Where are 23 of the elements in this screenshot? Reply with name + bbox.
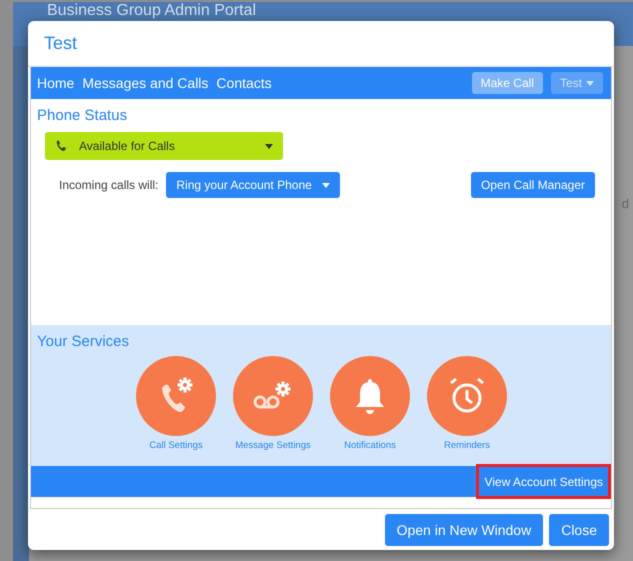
open-call-manager-button[interactable]: Open Call Manager: [470, 172, 595, 198]
nav-link[interactable]: Home: [37, 75, 74, 91]
dialog-title: Test: [44, 33, 78, 54]
caret-icon: [265, 144, 273, 148]
section-heading: Your Services: [37, 333, 130, 350]
portal-title: Business Group Admin Portal: [47, 2, 256, 20]
nav-link[interactable]: Contacts: [216, 75, 272, 91]
caret-icon: [322, 182, 330, 188]
footer-button[interactable]: Open in New Window: [384, 514, 544, 546]
service-label[interactable]: Notifications: [344, 440, 396, 451]
caret-icon: [586, 80, 594, 86]
service-label[interactable]: Reminders: [444, 440, 490, 451]
service-label[interactable]: Message Settings: [235, 440, 311, 451]
nav-link[interactable]: Messages and Calls: [82, 75, 208, 91]
incoming-label: Incoming calls will:: [59, 178, 158, 192]
service-label[interactable]: Call Settings: [149, 440, 203, 451]
phone-icon: [55, 140, 67, 152]
section-heading: Phone Status: [37, 107, 128, 124]
status-dropdown[interactable]: Available for Calls: [45, 132, 283, 160]
view-account-settings-button[interactable]: View Account Settings: [478, 466, 609, 497]
incoming-dropdown[interactable]: Ring your Account Phone: [166, 172, 340, 198]
make-call-button[interactable]: Make Call: [472, 72, 543, 94]
footer-button[interactable]: Close: [549, 514, 609, 546]
